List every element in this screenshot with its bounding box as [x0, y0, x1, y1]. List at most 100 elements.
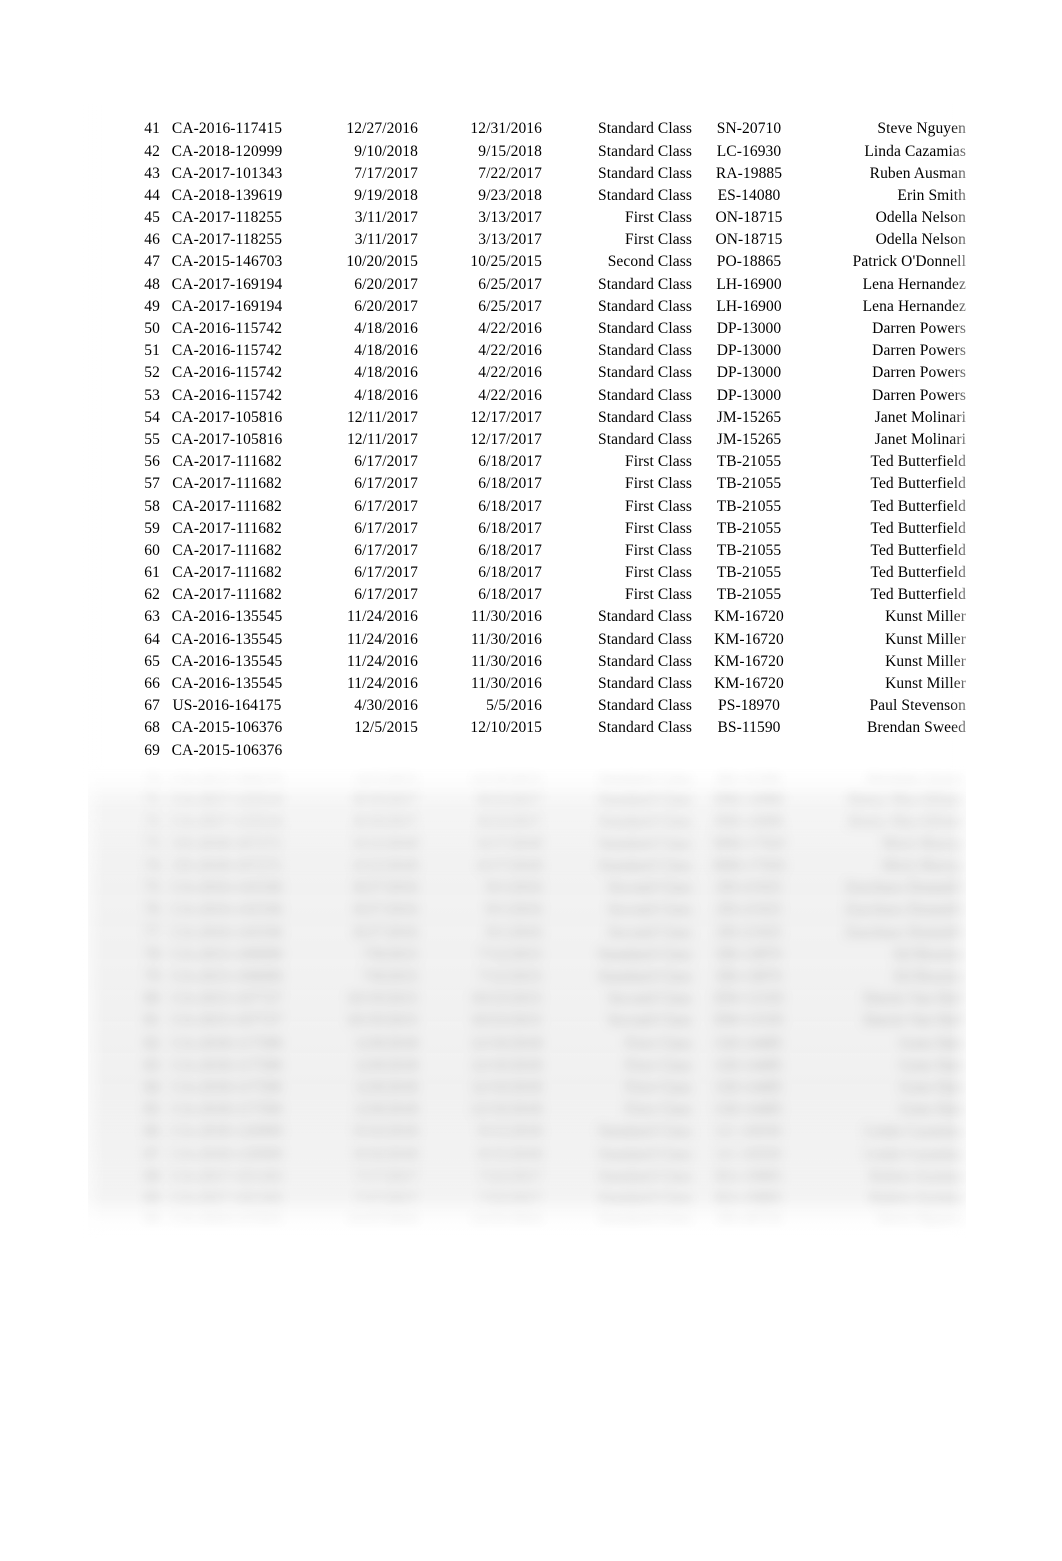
cell-row-number: 90 [144, 1212, 160, 1230]
table-row: 55 CA-2017-105816 12/11/2017 12/17/2017 Stan… [88, 429, 966, 451]
cell-order-id: CA-2017-169194 [171, 275, 283, 293]
cell-order-id: CA-2018-117590 [171, 1034, 283, 1052]
cell-customer-id [692, 739, 806, 761]
orders-table-blurred-body: 70 CA-2015-106376 12/5/2015 12/10/2015 Stand… [88, 766, 966, 1238]
cell-row-number: 69 [144, 741, 160, 759]
table-row: 52 CA-2016-115742 4/18/2016 4/22/2016 Standa… [88, 362, 966, 384]
table-row: 68 CA-2015-106376 12/5/2015 12/10/2015 Stand… [88, 717, 966, 739]
cell-order-date: 8/27/2016 [354, 923, 418, 941]
cell-customer-name: Zuschuss Donatelli [844, 901, 966, 919]
cell-customer-id: ES-14080 [717, 186, 781, 204]
cell-customer-id: GH-14485 [715, 1101, 783, 1119]
cell-ship-mode: Second Class [607, 901, 692, 919]
cell-customer-name: Linda Cazamias [864, 1123, 966, 1141]
cell-ship-date: 12/10/2018 [470, 1078, 542, 1096]
cell-customer-name: Henry MacAllister [847, 812, 966, 830]
cell-row-number: 70 [144, 768, 160, 786]
cell-order-date: 8/27/2016 [354, 879, 418, 897]
cell-ship-mode: Standard Class [598, 297, 692, 315]
cell-customer-name [806, 739, 966, 761]
cell-customer-name: Ruben Ausman [869, 1167, 966, 1185]
cell-order-id: CA-2018-117590 [171, 1101, 283, 1119]
cell-order-date: 12/27/2016 [346, 120, 418, 138]
cell-ship-date: 12/10/2018 [470, 1101, 542, 1119]
cell-customer-id: KM-16720 [714, 630, 784, 648]
cell-row-number: 73 [144, 834, 160, 852]
cell-customer-id: SN-20710 [716, 120, 782, 138]
cell-ship-mode: Standard Class [598, 364, 692, 382]
cell-order-date: 6/12/2018 [354, 834, 418, 852]
table-row: 83 CA-2018-117590 12/8/2018 12/10/2018 First… [88, 1054, 966, 1076]
cell-order-id: CA-2016-115742 [171, 342, 283, 360]
table-row: 84 CA-2018-117590 12/8/2018 12/10/2018 First… [88, 1077, 966, 1099]
cell-customer-name: Darrin Van Huff [863, 1012, 966, 1030]
cell-ship-mode: First Class [625, 564, 692, 582]
cell-order-id: CA-2017-169194 [171, 297, 283, 315]
cell-order-id: CA-2017-118255 [171, 231, 283, 249]
cell-ship-date: 11/30/2016 [470, 608, 542, 626]
cell-ship-mode: First Class [625, 519, 692, 537]
cell-customer-id: KM-16720 [714, 675, 784, 693]
cell-order-date: 12/8/2018 [354, 1056, 418, 1074]
cell-order-date: 7/8/2015 [362, 945, 418, 963]
cell-ship-mode: Standard Class [598, 142, 692, 160]
cell-customer-id: BS-11590 [717, 719, 781, 737]
cell-customer-id: LC-16930 [716, 1123, 782, 1141]
cell-order-id: US-2018-107272 [172, 857, 282, 875]
cell-order-date: 6/17/2017 [354, 541, 418, 559]
cell-order-date: 7/17/2017 [354, 164, 418, 182]
cell-order-date: 4/30/2016 [354, 697, 418, 715]
cell-customer-id: TB-21055 [716, 564, 782, 582]
cell-order-id: CA-2017-105816 [171, 408, 283, 426]
cell-row-number: 55 [144, 430, 160, 448]
cell-order-date: 6/17/2017 [354, 453, 418, 471]
table-row: 62 CA-2017-111682 6/17/2017 6/18/2017 First … [88, 584, 966, 606]
table-row: 41 CA-2016-117415 12/27/2016 12/31/2016 Stan… [88, 118, 966, 140]
cell-customer-name: Kunst Miller [885, 652, 966, 670]
cell-ship-date: 6/18/2017 [478, 497, 542, 515]
cell-customer-name: Mick Murray [881, 834, 966, 852]
cell-row-number: 68 [144, 719, 160, 737]
cell-ship-date: 3/13/2017 [478, 231, 542, 249]
cell-customer-name: Lena Hernandez [862, 297, 966, 315]
cell-order-id: CA-2015-100090 [171, 945, 283, 963]
cell-customer-id: MM-17920 [712, 834, 786, 852]
cell-ship-date: 8/23/2017 [478, 790, 542, 808]
cell-order-id: CA-2016-135545 [171, 675, 283, 693]
cell-order-date: 12/27/2016 [294, 1232, 418, 1238]
cell-customer-name: Gene Hale [899, 1078, 966, 1096]
table-row: 42 CA-2018-120999 9/10/2018 9/15/2018 Standa… [88, 140, 966, 162]
table-row: 81 CA-2015-107727 10/19/2015 10/23/2015 Seco… [88, 1010, 966, 1032]
cell-customer-id: TB-21055 [716, 497, 782, 515]
cell-order-id: CA-2015-107727 [171, 990, 283, 1008]
cell-ship-mode: Standard Class [598, 275, 692, 293]
cell-ship-mode: Standard Class [598, 186, 692, 204]
table-row: 88 CA-2017-101343 7/17/2017 7/22/2017 Standa… [88, 1165, 966, 1187]
cell-ship-date: 7/12/2015 [478, 968, 542, 986]
cell-row-number: 61 [144, 564, 160, 582]
cell-row-number: 82 [144, 1034, 160, 1052]
cell-order-date: 6/17/2017 [354, 519, 418, 537]
cell-ship-date: 6/25/2017 [478, 297, 542, 315]
cell-ship-mode: First Class [625, 475, 692, 493]
cell-customer-id: DW-13195 [714, 1012, 784, 1030]
cell-ship-date: 6/18/2017 [478, 564, 542, 582]
cell-ship-date: 12/10/2015 [470, 719, 542, 737]
cell-customer-name: Janet Molinari [874, 408, 966, 426]
cell-customer-name: Darren Powers [872, 342, 966, 360]
cell-ship-date: 5/5/2016 [486, 697, 542, 715]
blurred-rows-layer: 70 CA-2015-106376 12/5/2015 12/10/2015 Stand… [88, 766, 966, 1238]
cell-ship-date: 6/18/2017 [478, 541, 542, 559]
cell-order-date: 10/20/2015 [346, 253, 418, 271]
cell-order-date: 7/17/2017 [354, 1189, 418, 1207]
cell-row-number: 57 [144, 475, 160, 493]
cell-ship-mode: Standard Class [598, 697, 692, 715]
cell-ship-date: 4/22/2016 [478, 320, 542, 338]
cell-ship-mode [542, 739, 692, 761]
cell-row-number: 46 [144, 231, 160, 249]
cell-ship-date: 9/1/2016 [486, 901, 542, 919]
cell-order-date: 12/8/2018 [354, 1101, 418, 1119]
cell-row-number: 54 [144, 408, 160, 426]
cell-ship-mode: Standard Class [598, 857, 692, 875]
cell-ship-date: 4/22/2016 [478, 342, 542, 360]
